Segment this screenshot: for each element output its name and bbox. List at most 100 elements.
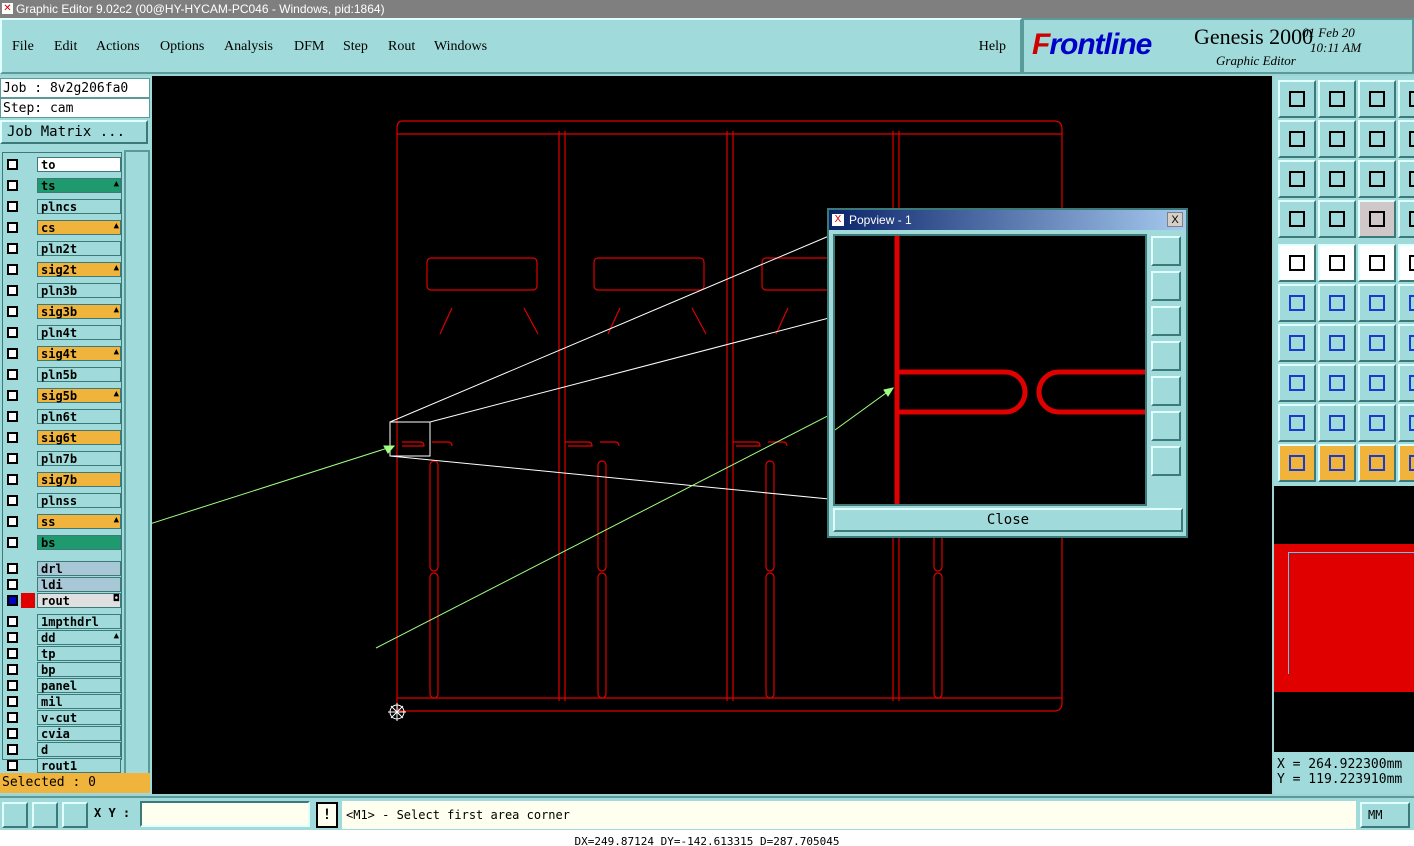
- layer-name[interactable]: bs: [37, 535, 121, 550]
- tool-home-4-icon[interactable]: [1398, 80, 1414, 118]
- layer-name[interactable]: to: [37, 157, 121, 172]
- layer-checkbox[interactable]: [7, 516, 18, 527]
- layer-row-pln5b[interactable]: pln5b: [3, 367, 123, 382]
- layer-name[interactable]: sig6t: [37, 430, 121, 445]
- layer-checkbox[interactable]: [7, 537, 18, 548]
- layer-name[interactable]: rout: [37, 593, 121, 608]
- layer-checkbox[interactable]: [7, 348, 18, 359]
- menu-options[interactable]: Options: [160, 39, 204, 55]
- tool-measure-2-icon[interactable]: [1318, 404, 1356, 442]
- popview-titlebar[interactable]: X Popview - 1 X: [829, 210, 1186, 230]
- popview-pan-left-icon[interactable]: [1151, 341, 1181, 371]
- layer-row-sig3b[interactable]: sig3b ▲: [3, 304, 123, 319]
- layer-row-ss[interactable]: ss ▲: [3, 514, 123, 529]
- tool-pan-4-icon[interactable]: [1398, 244, 1414, 282]
- layer-name[interactable]: d: [37, 742, 121, 757]
- layer-row-pln6t[interactable]: pln6t: [3, 409, 123, 424]
- layer-name[interactable]: ldi: [37, 577, 121, 592]
- layer-row-rout[interactable]: rout ◘: [3, 593, 123, 608]
- tool-zoom-in-4-icon[interactable]: [1398, 120, 1414, 158]
- menu-edit[interactable]: Edit: [54, 39, 77, 55]
- layer-checkbox[interactable]: [7, 159, 18, 170]
- layer-checkbox[interactable]: [7, 760, 18, 771]
- layer-name[interactable]: drl: [37, 561, 121, 576]
- menu-help[interactable]: Help: [979, 39, 1006, 55]
- tool-scale-2-icon[interactable]: [1318, 284, 1356, 322]
- layer-name[interactable]: plnss: [37, 493, 121, 508]
- layer-row-drl[interactable]: drl: [3, 561, 123, 576]
- popview-canvas[interactable]: [833, 234, 1147, 506]
- tool-layers-4-icon[interactable]: [1398, 364, 1414, 402]
- tool-snap-1-icon[interactable]: [1278, 324, 1316, 362]
- tool-scale-4-icon[interactable]: [1398, 284, 1414, 322]
- measure-icon[interactable]: [32, 802, 58, 828]
- layer-name[interactable]: 1mpthdrl: [37, 614, 121, 629]
- tool-zoom-out-3-icon[interactable]: [1358, 160, 1396, 198]
- layer-name[interactable]: pln7b: [37, 451, 121, 466]
- tool-select-1-icon[interactable]: [1278, 444, 1316, 482]
- tool-measure-1-icon[interactable]: [1278, 404, 1316, 442]
- layer-row-dd[interactable]: dd ▲: [3, 630, 123, 645]
- menu-actions[interactable]: Actions: [96, 39, 140, 55]
- layer-name[interactable]: v-cut: [37, 710, 121, 725]
- popview-pan-up-icon[interactable]: [1151, 271, 1181, 301]
- tool-select-2-icon[interactable]: [1318, 444, 1356, 482]
- layer-row-sig4t[interactable]: sig4t ▲: [3, 346, 123, 361]
- menu-dfm[interactable]: DFM: [294, 39, 324, 55]
- tool-snap-4-icon[interactable]: [1398, 324, 1414, 362]
- layer-name[interactable]: cvia: [37, 726, 121, 741]
- overview-map[interactable]: [1274, 486, 1414, 752]
- popview-close-x-button[interactable]: X: [1167, 212, 1183, 227]
- layer-checkbox[interactable]: [7, 222, 18, 233]
- layer-name[interactable]: ts: [37, 178, 121, 193]
- layer-name[interactable]: pln6t: [37, 409, 121, 424]
- layer-row-sig2t[interactable]: sig2t ▲: [3, 262, 123, 277]
- layer-checkbox[interactable]: [7, 432, 18, 443]
- layer-row-pln4t[interactable]: pln4t: [3, 325, 123, 340]
- layer-row-ldi[interactable]: ldi: [3, 577, 123, 592]
- layer-checkbox[interactable]: [7, 728, 18, 739]
- layer-scrollbar[interactable]: [124, 150, 150, 790]
- layer-row-sig6t[interactable]: sig6t: [3, 430, 123, 445]
- layer-row-cvia[interactable]: cvia: [3, 726, 123, 741]
- layer-checkbox[interactable]: [7, 616, 18, 627]
- tool-pan-3-icon[interactable]: [1358, 244, 1396, 282]
- tool-home-2-icon[interactable]: [1318, 80, 1356, 118]
- layer-name[interactable]: pln3b: [37, 283, 121, 298]
- tool-fit-3-icon[interactable]: [1358, 200, 1396, 238]
- layer-name[interactable]: pln2t: [37, 241, 121, 256]
- tool-fit-4-icon[interactable]: [1398, 200, 1414, 238]
- menu-analysis[interactable]: Analysis: [224, 39, 273, 55]
- layer-checkbox[interactable]: [7, 306, 18, 317]
- tool-select-3-icon[interactable]: [1358, 444, 1396, 482]
- tool-scale-3-icon[interactable]: [1358, 284, 1396, 322]
- menu-windows[interactable]: Windows: [434, 39, 487, 55]
- popview-zoom-out-icon[interactable]: [1151, 446, 1181, 476]
- tool-zoom-out-1-icon[interactable]: [1278, 160, 1316, 198]
- tool-zoom-in-3-icon[interactable]: [1358, 120, 1396, 158]
- tool-pan-1-icon[interactable]: [1278, 244, 1316, 282]
- layer-row-mil[interactable]: mil: [3, 694, 123, 709]
- layer-checkbox[interactable]: [7, 632, 18, 643]
- layer-checkbox[interactable]: [7, 474, 18, 485]
- tool-snap-2-icon[interactable]: [1318, 324, 1356, 362]
- layer-row-sig5b[interactable]: sig5b ▲: [3, 388, 123, 403]
- menu-step[interactable]: Step: [343, 39, 368, 55]
- layer-checkbox[interactable]: [7, 744, 18, 755]
- popview-pan-right-icon[interactable]: [1151, 376, 1181, 406]
- layer-name[interactable]: plncs: [37, 199, 121, 214]
- layer-name[interactable]: panel: [37, 678, 121, 693]
- tool-scale-1-icon[interactable]: [1278, 284, 1316, 322]
- layer-checkbox[interactable]: [7, 327, 18, 338]
- tool-layers-1-icon[interactable]: [1278, 364, 1316, 402]
- layer-row-tp[interactable]: tp: [3, 646, 123, 661]
- popview-zoom-icon[interactable]: [1151, 236, 1181, 266]
- tool-select-4-icon[interactable]: [1398, 444, 1414, 482]
- layer-name[interactable]: bp: [37, 662, 121, 677]
- layer-row-sig7b[interactable]: sig7b: [3, 472, 123, 487]
- tool-layers-2-icon[interactable]: [1318, 364, 1356, 402]
- snap-icon[interactable]: [2, 802, 28, 828]
- layer-name[interactable]: cs: [37, 220, 121, 235]
- tool-fit-2-icon[interactable]: [1318, 200, 1356, 238]
- layer-row-bp[interactable]: bp: [3, 662, 123, 677]
